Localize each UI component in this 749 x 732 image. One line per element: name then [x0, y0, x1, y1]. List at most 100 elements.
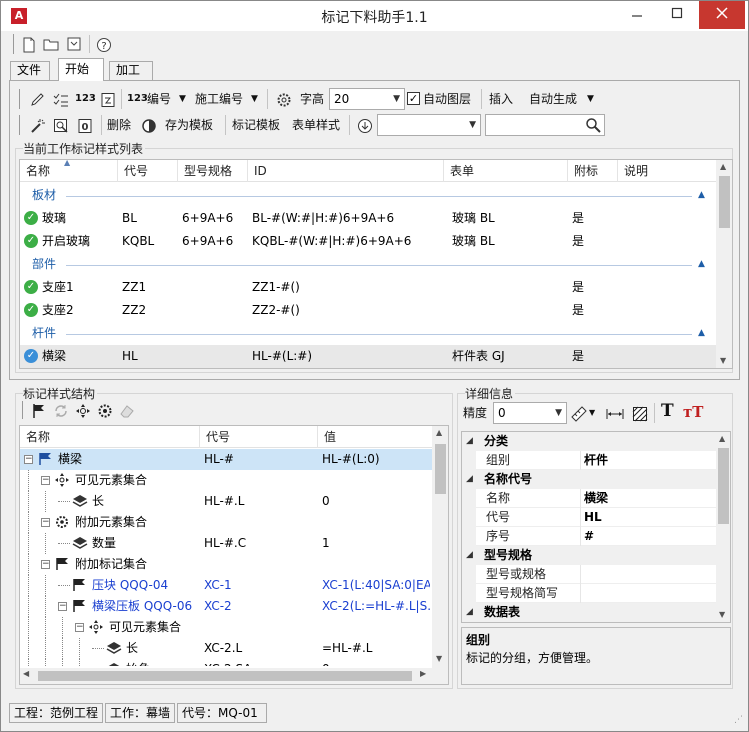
auto-layer-checkbox[interactable]: ✓	[407, 92, 420, 105]
construction-numbering-button[interactable]: 施工编号	[195, 89, 243, 109]
precision-combo[interactable]: 0 ▼	[493, 402, 567, 424]
property-value[interactable]: #	[584, 527, 594, 546]
download-button[interactable]	[355, 115, 375, 135]
form-style-button[interactable]: 表单样式	[292, 115, 340, 135]
scroll-down-icon[interactable]: ▼	[720, 356, 726, 365]
scroll-down-icon[interactable]: ▼	[436, 654, 442, 663]
collapse-category-icon[interactable]: ◢	[466, 432, 473, 451]
collapse-node-icon[interactable]: −	[41, 518, 50, 527]
auto-generate-dropdown-arrow[interactable]: ▼	[587, 89, 594, 109]
insert-button[interactable]: 插入	[489, 89, 513, 109]
style-row[interactable]: ✓ 支座2 ZZ2 ZZ2-#() 是	[20, 299, 716, 322]
col-id[interactable]: ID	[248, 160, 444, 182]
property-row[interactable]: 名称 横梁	[462, 489, 716, 508]
ruler-button[interactable]	[569, 403, 589, 423]
app-icon[interactable]: A	[11, 8, 27, 24]
style-row[interactable]: ✓ 支座1 ZZ1 ZZ1-#() 是	[20, 276, 716, 299]
style-section-header[interactable]: 板材 ▲	[20, 184, 716, 207]
close-button[interactable]	[699, 1, 745, 29]
add-mark-button[interactable]	[29, 400, 49, 420]
property-value[interactable]: 杆件	[584, 451, 608, 470]
scroll-up-icon[interactable]: ▲	[719, 434, 725, 443]
tree-row[interactable]: − 附加元素集合	[20, 512, 432, 533]
hatch-button[interactable]	[630, 403, 650, 423]
tree-row[interactable]: − 横梁 HL-# HL-#(L:0)	[20, 449, 432, 470]
tree-row[interactable]: − 可见元素集合	[20, 470, 432, 491]
style-list-scrollbar[interactable]: ▲ ▼	[716, 160, 732, 368]
property-category[interactable]: ◢ 名称代号	[462, 470, 716, 489]
mark-template-button[interactable]: 标记模板	[232, 115, 280, 135]
eraser-button[interactable]	[117, 400, 137, 420]
renumber-button[interactable]	[98, 89, 118, 109]
search-input[interactable]	[485, 114, 605, 136]
help-button[interactable]: ?	[94, 34, 114, 54]
tree-row[interactable]: 数量 HL-#.C 1	[20, 533, 432, 554]
numbering-dropdown-arrow[interactable]: ▼	[179, 89, 186, 109]
scroll-left-icon[interactable]: ◀	[23, 669, 29, 678]
property-value[interactable]: 横梁	[584, 489, 608, 508]
property-grid-scrollbar[interactable]: ▲ ▼	[716, 432, 730, 622]
col-attach[interactable]: 附标	[568, 160, 618, 182]
maximize-button[interactable]	[657, 1, 697, 29]
style-row[interactable]: ✓ 横梁 HL HL-#(L:#) 杆件表 GJ 是	[20, 345, 716, 368]
settings-button[interactable]	[274, 89, 294, 109]
tree-row[interactable]: − 可见元素集合	[20, 617, 432, 638]
collapse-category-icon[interactable]: ◢	[466, 603, 473, 622]
checklist-button[interactable]	[51, 89, 71, 109]
col-struct-value[interactable]: 值	[318, 426, 432, 448]
refresh-button[interactable]	[51, 400, 71, 420]
template-toggle-button[interactable]	[139, 115, 159, 135]
construction-numbering-dropdown-arrow[interactable]: ▼	[251, 89, 258, 109]
property-row[interactable]: 型号或规格	[462, 565, 716, 584]
tree-row[interactable]: − 附加标记集合	[20, 554, 432, 575]
new-file-button[interactable]	[19, 34, 39, 54]
property-category[interactable]: ◢ 型号规格	[462, 546, 716, 565]
tree-row[interactable]: 长 XC-2.L =HL-#.L	[20, 638, 432, 659]
collapse-node-icon[interactable]: −	[75, 623, 84, 632]
dimension-button[interactable]	[605, 403, 625, 423]
tab-file[interactable]: 文件	[10, 61, 50, 80]
collapse-category-icon[interactable]: ◢	[466, 546, 473, 565]
add-visible-element-button[interactable]	[73, 400, 93, 420]
text-height-icon[interactable]: ᴛT	[683, 403, 703, 421]
tab-machining-drawing[interactable]: 加工图	[109, 61, 153, 94]
collapse-node-icon[interactable]: −	[24, 455, 33, 464]
col-code[interactable]: 代号	[118, 160, 178, 182]
resize-grip-icon[interactable]: ⋰	[734, 715, 743, 725]
style-row[interactable]: ✓ 玻璃 BL 6+9A+6 BL-#(W:#|H:#)6+9A+6 玻璃 BL 是	[20, 207, 716, 230]
property-category[interactable]: ◢ 数据表	[462, 603, 716, 622]
collapse-icon[interactable]: ▲	[698, 322, 705, 345]
property-category[interactable]: ◢ 分类	[462, 432, 716, 451]
tree-row[interactable]: 始角 XC-2.SA 0	[20, 659, 432, 666]
tab-start[interactable]: 开始	[58, 58, 104, 81]
inspect-button[interactable]	[51, 115, 71, 135]
property-row[interactable]: 组别 杆件	[462, 451, 716, 470]
save-template-button[interactable]: 存为模板	[165, 115, 213, 135]
add-extra-element-button[interactable]	[95, 400, 115, 420]
structure-scrollbar-v[interactable]: ▲ ▼	[432, 426, 448, 668]
minimize-button[interactable]	[617, 1, 657, 29]
auto-generate-button[interactable]: 自动生成	[529, 89, 577, 109]
style-section-header[interactable]: 部件 ▲	[20, 253, 716, 276]
delete-button[interactable]: 删除	[107, 115, 131, 135]
open-file-button[interactable]	[41, 34, 61, 54]
tree-row[interactable]: 压块 QQQ-04 XC-1 XC-1(L:40|SA:0|EA...	[20, 575, 432, 596]
property-value[interactable]: HL	[584, 508, 602, 527]
tree-row[interactable]: 长 HL-#.L 0	[20, 491, 432, 512]
scrollbar-thumb[interactable]	[38, 671, 412, 681]
col-spec[interactable]: 型号规格	[178, 160, 248, 182]
property-row[interactable]: 序号 #	[462, 527, 716, 546]
scroll-up-icon[interactable]: ▲	[436, 428, 442, 437]
col-struct-code[interactable]: 代号	[200, 426, 318, 448]
pencil-button[interactable]	[27, 89, 47, 109]
structure-scrollbar-h[interactable]: ◀ ▶	[20, 668, 432, 684]
scrollbar-thumb[interactable]	[435, 444, 446, 494]
collapse-node-icon[interactable]: −	[41, 476, 50, 485]
collapse-node-icon[interactable]: −	[58, 602, 67, 611]
ruler-dropdown-arrow[interactable]: ▼	[589, 403, 595, 423]
style-dropdown[interactable]: ▼	[377, 114, 481, 136]
numbering-button[interactable]: 编号	[147, 89, 171, 109]
scrollbar-thumb[interactable]	[719, 176, 730, 228]
collapse-node-icon[interactable]: −	[41, 560, 50, 569]
save-button[interactable]	[64, 34, 84, 54]
